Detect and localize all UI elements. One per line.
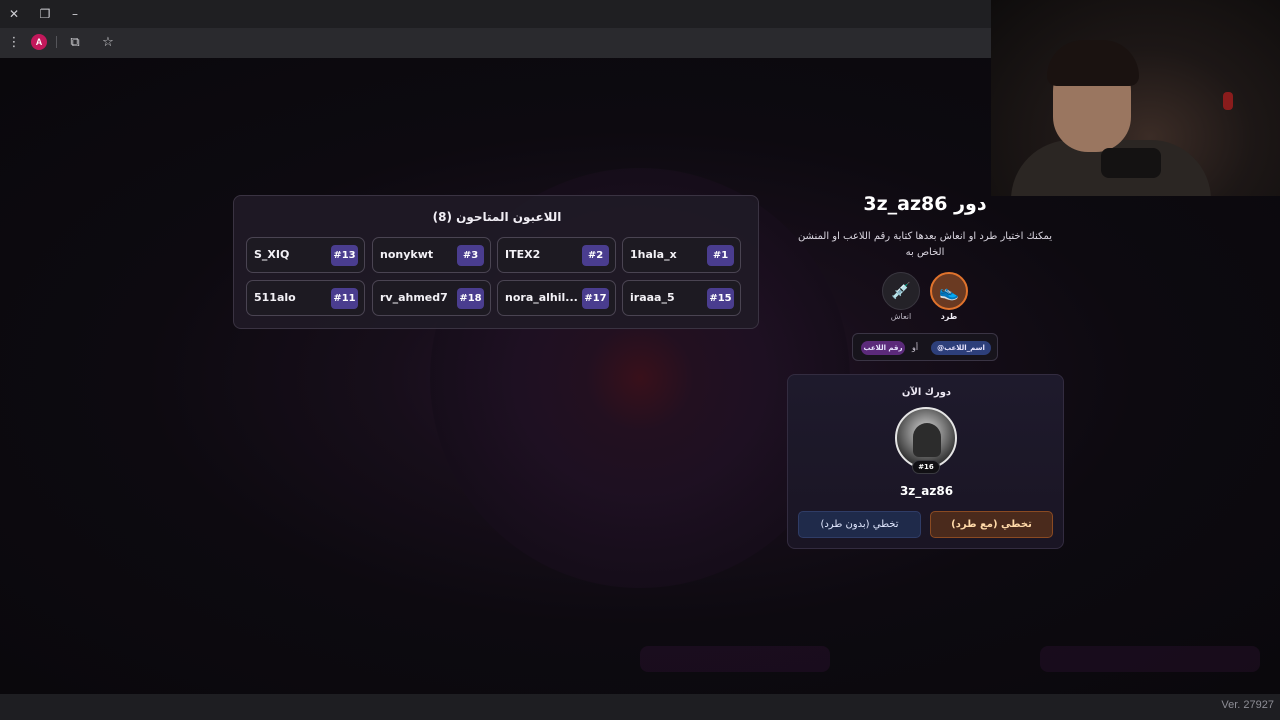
kick-action-label: طرد bbox=[940, 312, 958, 321]
player-name: rv_ahmed7 bbox=[380, 291, 448, 304]
microphone bbox=[1101, 148, 1161, 178]
player-name: 511alo bbox=[254, 291, 296, 304]
kick-action-button[interactable]: 👟 bbox=[930, 272, 968, 310]
player-mention-chip: @اسم_اللاعب bbox=[931, 341, 991, 355]
revive-action-label: انعاش bbox=[890, 312, 912, 321]
player-name: 1hala_x bbox=[630, 248, 677, 261]
player-number-chip: رقم اللاعب bbox=[861, 341, 905, 355]
toolbar-divider bbox=[56, 36, 57, 48]
current-turn-card: دورك الآن #16 3z_az86 تخطي (مع طرد) تخطي… bbox=[787, 374, 1064, 549]
player-number-badge: #18 bbox=[457, 288, 484, 309]
player-name: ITEX2 bbox=[505, 248, 541, 261]
minimize-window-icon[interactable]: – bbox=[66, 5, 84, 23]
player-number-badge: #13 bbox=[331, 245, 358, 266]
footer-bar: Ver. 27927 bbox=[0, 694, 1280, 720]
player-card[interactable]: nonykwt #3 bbox=[372, 237, 491, 273]
streamer-hair bbox=[1047, 40, 1139, 86]
available-players-panel: اللاعبون المتاحون (8) 1hala_x #1 ITEX2 #… bbox=[233, 195, 759, 329]
webcam-overlay bbox=[991, 0, 1280, 196]
revive-action-button[interactable]: 💉 bbox=[882, 272, 920, 310]
current-player-name: 3z_az86 bbox=[899, 484, 954, 498]
turn-description: يمكنك اختيار طرد او انعاش بعدها كتابة رق… bbox=[797, 231, 1053, 258]
avatar-figure bbox=[913, 423, 941, 457]
player-number-badge: #1 bbox=[707, 245, 734, 266]
bookmark-star-icon[interactable]: ☆ bbox=[99, 34, 117, 52]
menu-icon[interactable]: ⋮ bbox=[5, 34, 23, 52]
players-panel-title: اللاعبون المتاحون (8) bbox=[432, 210, 562, 224]
current-turn-title: دورك الآن bbox=[901, 387, 952, 398]
syringe-icon: 💉 bbox=[891, 281, 911, 300]
player-name: S_XIQ bbox=[254, 248, 290, 261]
target-hint-box: @اسم_اللاعب أو رقم اللاعب bbox=[852, 333, 998, 361]
player-card[interactable]: ITEX2 #2 bbox=[497, 237, 616, 273]
profile-avatar[interactable]: A bbox=[31, 34, 47, 50]
background-light bbox=[1223, 92, 1233, 110]
player-number-badge: #17 bbox=[582, 288, 609, 309]
player-name: nonykwt bbox=[380, 248, 434, 261]
skip-with-kick-button[interactable]: تخطي (مع طرد) bbox=[930, 511, 1053, 538]
player-card[interactable]: nora_alhil... #17 bbox=[497, 280, 616, 316]
player-number-badge: #3 bbox=[457, 245, 484, 266]
turn-title: دور 3z_az86 bbox=[863, 193, 987, 215]
sneaker-icon: 👟 bbox=[939, 282, 959, 301]
player-number-badge: #15 bbox=[707, 288, 734, 309]
player-number-badge: #2 bbox=[582, 245, 609, 266]
player-number-badge: #11 bbox=[331, 288, 358, 309]
player-card[interactable]: S_XIQ #13 bbox=[246, 237, 365, 273]
player-card[interactable]: iraaa_5 #15 bbox=[622, 280, 741, 316]
faded-bar bbox=[640, 646, 830, 672]
player-card[interactable]: 511alo #11 bbox=[246, 280, 365, 316]
version-label: Ver. 27927 bbox=[1221, 699, 1274, 711]
skip-without-kick-button[interactable]: تخطي (بدون طرد) bbox=[798, 511, 921, 538]
player-card[interactable]: rv_ahmed7 #18 bbox=[372, 280, 491, 316]
player-card[interactable]: 1hala_x #1 bbox=[622, 237, 741, 273]
player-name: nora_alhil... bbox=[505, 291, 578, 304]
faded-bar bbox=[1040, 646, 1260, 672]
restore-window-icon[interactable]: ❐ bbox=[36, 5, 54, 23]
player-name: iraaa_5 bbox=[630, 291, 675, 304]
extensions-icon[interactable]: ⧉ bbox=[66, 34, 84, 52]
avatar-number-badge: #16 bbox=[912, 460, 940, 474]
close-window-icon[interactable]: ✕ bbox=[5, 5, 23, 23]
hint-or-label: أو bbox=[912, 343, 919, 352]
